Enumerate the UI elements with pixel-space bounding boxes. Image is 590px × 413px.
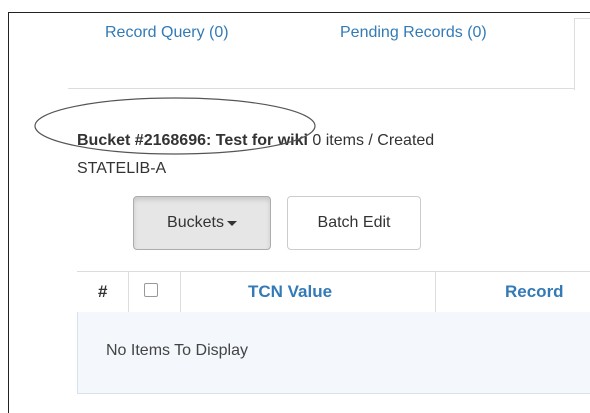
column-header-number: # [98,282,108,301]
grid-header: # TCN Value Record [77,271,590,313]
batch-edit-button[interactable]: Batch Edit [287,196,421,250]
column-divider[interactable] [180,272,181,312]
bucket-title: Bucket #2168696: Test for wiki [77,132,308,149]
bucket-summary: Bucket #2168696: Test for wiki 0 items /… [77,132,434,150]
column-divider[interactable] [128,272,129,312]
tab-record-query[interactable]: Record Query (0) [105,24,229,42]
buckets-button[interactable]: Buckets [133,196,271,250]
tabs-underline [68,88,574,89]
column-divider[interactable] [435,272,436,312]
caret-down-icon [226,220,237,226]
column-header-tcn-value[interactable]: TCN Value [248,282,332,302]
batch-edit-label: Batch Edit [317,214,391,231]
column-header-record[interactable]: Record [505,282,564,302]
tab-active[interactable] [574,18,590,90]
select-all-checkbox[interactable] [144,283,158,297]
bucket-owner: STATELIB-A [77,160,167,177]
empty-message: No Items To Display [106,342,248,359]
tab-pending-records[interactable]: Pending Records (0) [340,24,487,42]
buckets-button-label: Buckets [167,214,224,231]
bucket-meta: 0 items / Created [307,132,435,149]
